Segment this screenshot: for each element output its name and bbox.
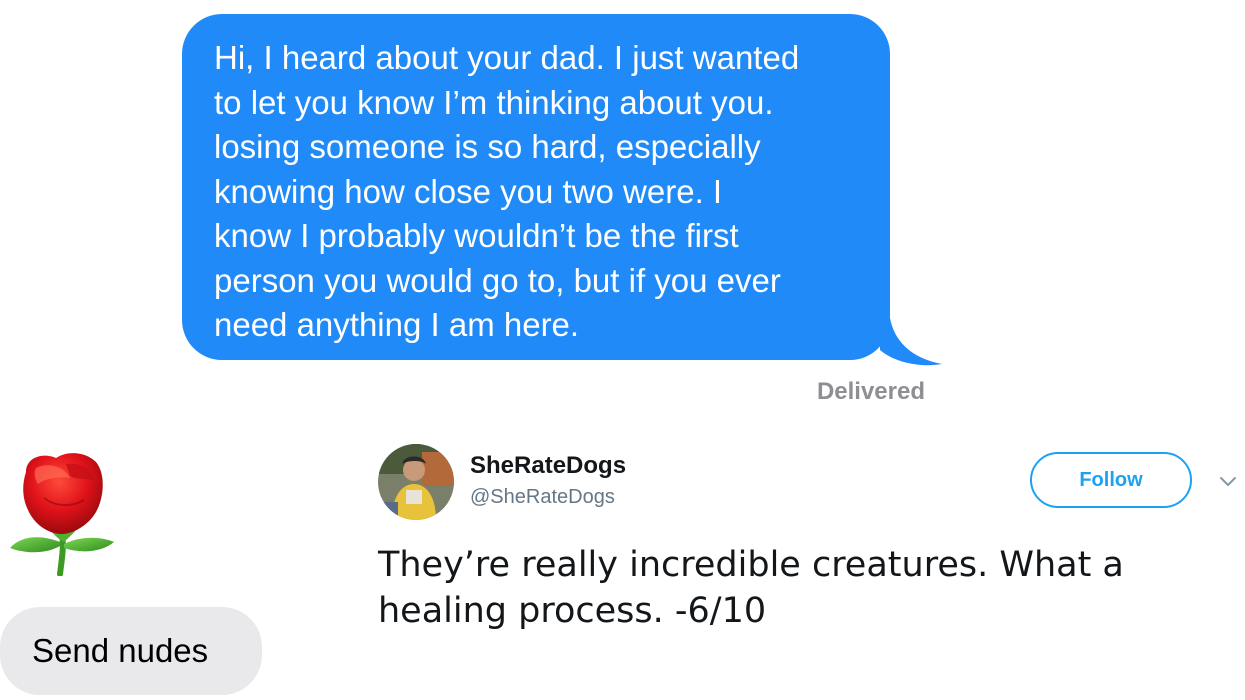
received-message-bubble: Send nudes bbox=[0, 607, 262, 695]
chevron-down-icon[interactable] bbox=[1216, 470, 1240, 494]
sent-message-text: Hi, I heard about your dad. I just wante… bbox=[214, 39, 800, 343]
tweet-author-handle[interactable]: @SheRateDogs bbox=[470, 486, 615, 509]
follow-button[interactable]: Follow bbox=[1030, 452, 1192, 508]
sent-message-bubble: Hi, I heard about your dad. I just wante… bbox=[182, 14, 890, 360]
tweet-text: They’re really incredible creatures. Wha… bbox=[378, 545, 1124, 631]
avatar[interactable] bbox=[378, 444, 454, 520]
sent-bubble-tail bbox=[880, 318, 942, 366]
tweet-author-name[interactable]: SheRateDogs bbox=[470, 452, 626, 480]
embedded-tweet: SheRateDogs @SheRateDogs Follow They’re … bbox=[378, 444, 1245, 700]
received-message-text: Send nudes bbox=[32, 632, 209, 669]
avatar-image bbox=[378, 444, 454, 520]
screenshot-canvas: Hi, I heard about your dad. I just wante… bbox=[0, 0, 1245, 700]
rose-emoji bbox=[10, 453, 114, 576]
delivered-status: Delivered bbox=[816, 378, 925, 405]
